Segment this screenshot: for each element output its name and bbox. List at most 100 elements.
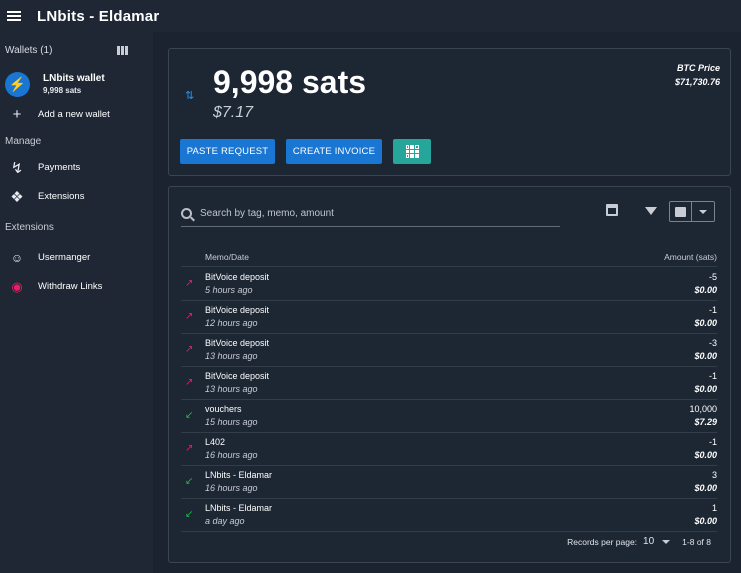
table-row[interactable]: ↗ BitVoice deposit 13 hours ago -1 $0.00 (181, 367, 717, 400)
tx-time: 12 hours ago (205, 318, 258, 328)
tx-fiat: $0.00 (694, 483, 717, 493)
tx-amount: -3 (708, 338, 717, 348)
tx-memo: BitVoice deposit (205, 305, 270, 315)
sidebar-item-withdraw-links[interactable]: ◉ Withdraw Links (0, 272, 153, 301)
table-row[interactable]: ↗ BitVoice deposit 5 hours ago -5 $0.00 (181, 268, 717, 301)
tx-memo: L402 (205, 437, 226, 447)
tx-memo: LNbits - Eldamar (205, 503, 273, 513)
chevron-down-icon (699, 209, 707, 214)
sidebar-item-payments[interactable]: ↯ Payments (0, 153, 153, 182)
table-row[interactable]: ↗ BitVoice deposit 12 hours ago -1 $0.00 (181, 301, 717, 334)
wallet-name: LNbits wallet (43, 73, 105, 84)
wallet-balance: 9,998 sats (43, 86, 82, 95)
sidebar-item-label: Payments (38, 162, 81, 173)
plus-icon: + (12, 106, 22, 123)
tx-memo: vouchers (205, 404, 242, 414)
archive-icon (675, 206, 686, 217)
chart-search-icon: ↯ (10, 159, 24, 177)
calendar-icon[interactable] (606, 204, 618, 216)
tx-memo: BitVoice deposit (205, 272, 270, 282)
col-amount[interactable]: Amount (sats) (664, 252, 717, 262)
users-icon: ☺ (10, 250, 24, 265)
table-header: Memo/Date Amount (sats) (181, 249, 717, 267)
table-row[interactable]: ↙ LNbits - Eldamar 16 hours ago 3 $0.00 (181, 466, 717, 499)
btc-price-label: BTC Price (676, 63, 720, 73)
tx-memo: BitVoice deposit (205, 371, 270, 381)
search-field (181, 201, 560, 227)
sidebar-item-label: Withdraw Links (38, 281, 103, 292)
page-range: 1-8 of 8 (682, 536, 711, 547)
tx-amount: 10,000 (689, 404, 717, 414)
wallets-header-label: Wallets (1) (5, 44, 53, 56)
tx-time: 15 hours ago (205, 417, 258, 427)
balance-sats: 9,998 sats (213, 64, 367, 100)
incoming-arrow-icon: ↙ (185, 509, 194, 520)
outgoing-arrow-icon: ↗ (185, 443, 194, 454)
manage-header: Manage (5, 135, 42, 147)
table-row[interactable]: ↙ LNbits - Eldamar a day ago 1 $0.00 (181, 499, 717, 532)
add-wallet-label: Add a new wallet (38, 109, 110, 120)
outgoing-arrow-icon: ↗ (185, 344, 194, 355)
search-input[interactable] (200, 208, 540, 219)
sidebar-wallet-item[interactable]: ⚡ LNbits wallet 9,998 sats (0, 68, 153, 100)
lightning-bolt-icon: ⚡ (5, 71, 30, 97)
view-column-icon[interactable] (117, 45, 128, 55)
filter-icon[interactable] (645, 207, 657, 215)
table-row[interactable]: ↗ BitVoice deposit 13 hours ago -3 $0.00 (181, 334, 717, 367)
tx-fiat: $0.00 (694, 318, 717, 328)
archive-button[interactable] (670, 202, 692, 221)
wallets-header: Wallets (1) (0, 32, 153, 68)
chevron-down-icon[interactable] (662, 539, 671, 544)
tx-time: 13 hours ago (205, 384, 258, 394)
puzzle-icon: ❖ (10, 188, 24, 206)
tx-amount: -5 (708, 272, 717, 282)
search-icon (181, 208, 192, 219)
tx-time: 13 hours ago (205, 351, 258, 361)
add-wallet-button[interactable]: + Add a new wallet (0, 100, 153, 129)
tx-fiat: $0.00 (694, 351, 717, 361)
col-memo-date[interactable]: Memo/Date (205, 252, 249, 262)
swap-vertical-icon[interactable]: ⇅ (185, 89, 194, 102)
outgoing-arrow-icon: ↗ (185, 278, 194, 289)
qr-code-icon (405, 145, 419, 158)
tx-time: 5 hours ago (205, 285, 253, 295)
incoming-arrow-icon: ↙ (185, 476, 194, 487)
tx-amount: -1 (708, 371, 717, 381)
sidebar-item-label: Extensions (38, 191, 85, 202)
pagination: Records per page: 10 1-8 of 8 (567, 536, 711, 547)
sidebar: Wallets (1) ⚡ LNbits wallet 9,998 sats +… (0, 32, 153, 573)
tx-fiat: $0.00 (694, 384, 717, 394)
tx-amount: -1 (708, 305, 717, 315)
tx-fiat: $7.29 (694, 417, 717, 427)
balance-fiat: $7.17 (213, 104, 254, 121)
sidebar-item-usermanger[interactable]: ☺ Usermanger (0, 243, 153, 272)
create-invoice-button[interactable]: CREATE INVOICE (286, 139, 382, 164)
scan-qr-button[interactable] (393, 139, 431, 164)
app-title: LNbits - Eldamar (37, 7, 160, 25)
tx-amount: -1 (708, 437, 717, 447)
tx-time: a day ago (205, 516, 245, 526)
transactions-card: Memo/Date Amount (sats) ↗ BitVoice depos… (168, 186, 731, 563)
tx-fiat: $0.00 (694, 516, 717, 526)
records-per-page-label: Records per page: (567, 536, 638, 547)
extensions-header: Extensions (5, 221, 54, 233)
tx-amount: 1 (711, 503, 717, 513)
incoming-arrow-icon: ↙ (185, 410, 194, 421)
archive-toggle (669, 201, 715, 222)
table-row[interactable]: ↗ L402 16 hours ago -1 $0.00 (181, 433, 717, 466)
paste-request-button[interactable]: PASTE REQUEST (180, 139, 275, 164)
tx-fiat: $0.00 (694, 450, 717, 460)
archive-dropdown-button[interactable] (692, 202, 714, 221)
table-row[interactable]: ↙ vouchers 15 hours ago 10,000 $7.29 (181, 400, 717, 433)
menu-icon[interactable] (7, 11, 21, 21)
sidebar-item-extensions[interactable]: ❖ Extensions (0, 182, 153, 211)
wallet-balance-card: ⇅ 9,998 sats $7.17 BTC Price $71,730.76 … (168, 48, 731, 176)
btc-price-value: $71,730.76 (674, 77, 720, 87)
withdraw-icon: ◉ (11, 278, 23, 294)
tx-fiat: $0.00 (694, 285, 717, 295)
outgoing-arrow-icon: ↗ (185, 377, 194, 388)
tx-time: 16 hours ago (205, 483, 258, 493)
tx-memo: BitVoice deposit (205, 338, 270, 348)
sidebar-item-label: Usermanger (38, 252, 91, 263)
records-per-page-select[interactable]: 10 (643, 536, 654, 547)
